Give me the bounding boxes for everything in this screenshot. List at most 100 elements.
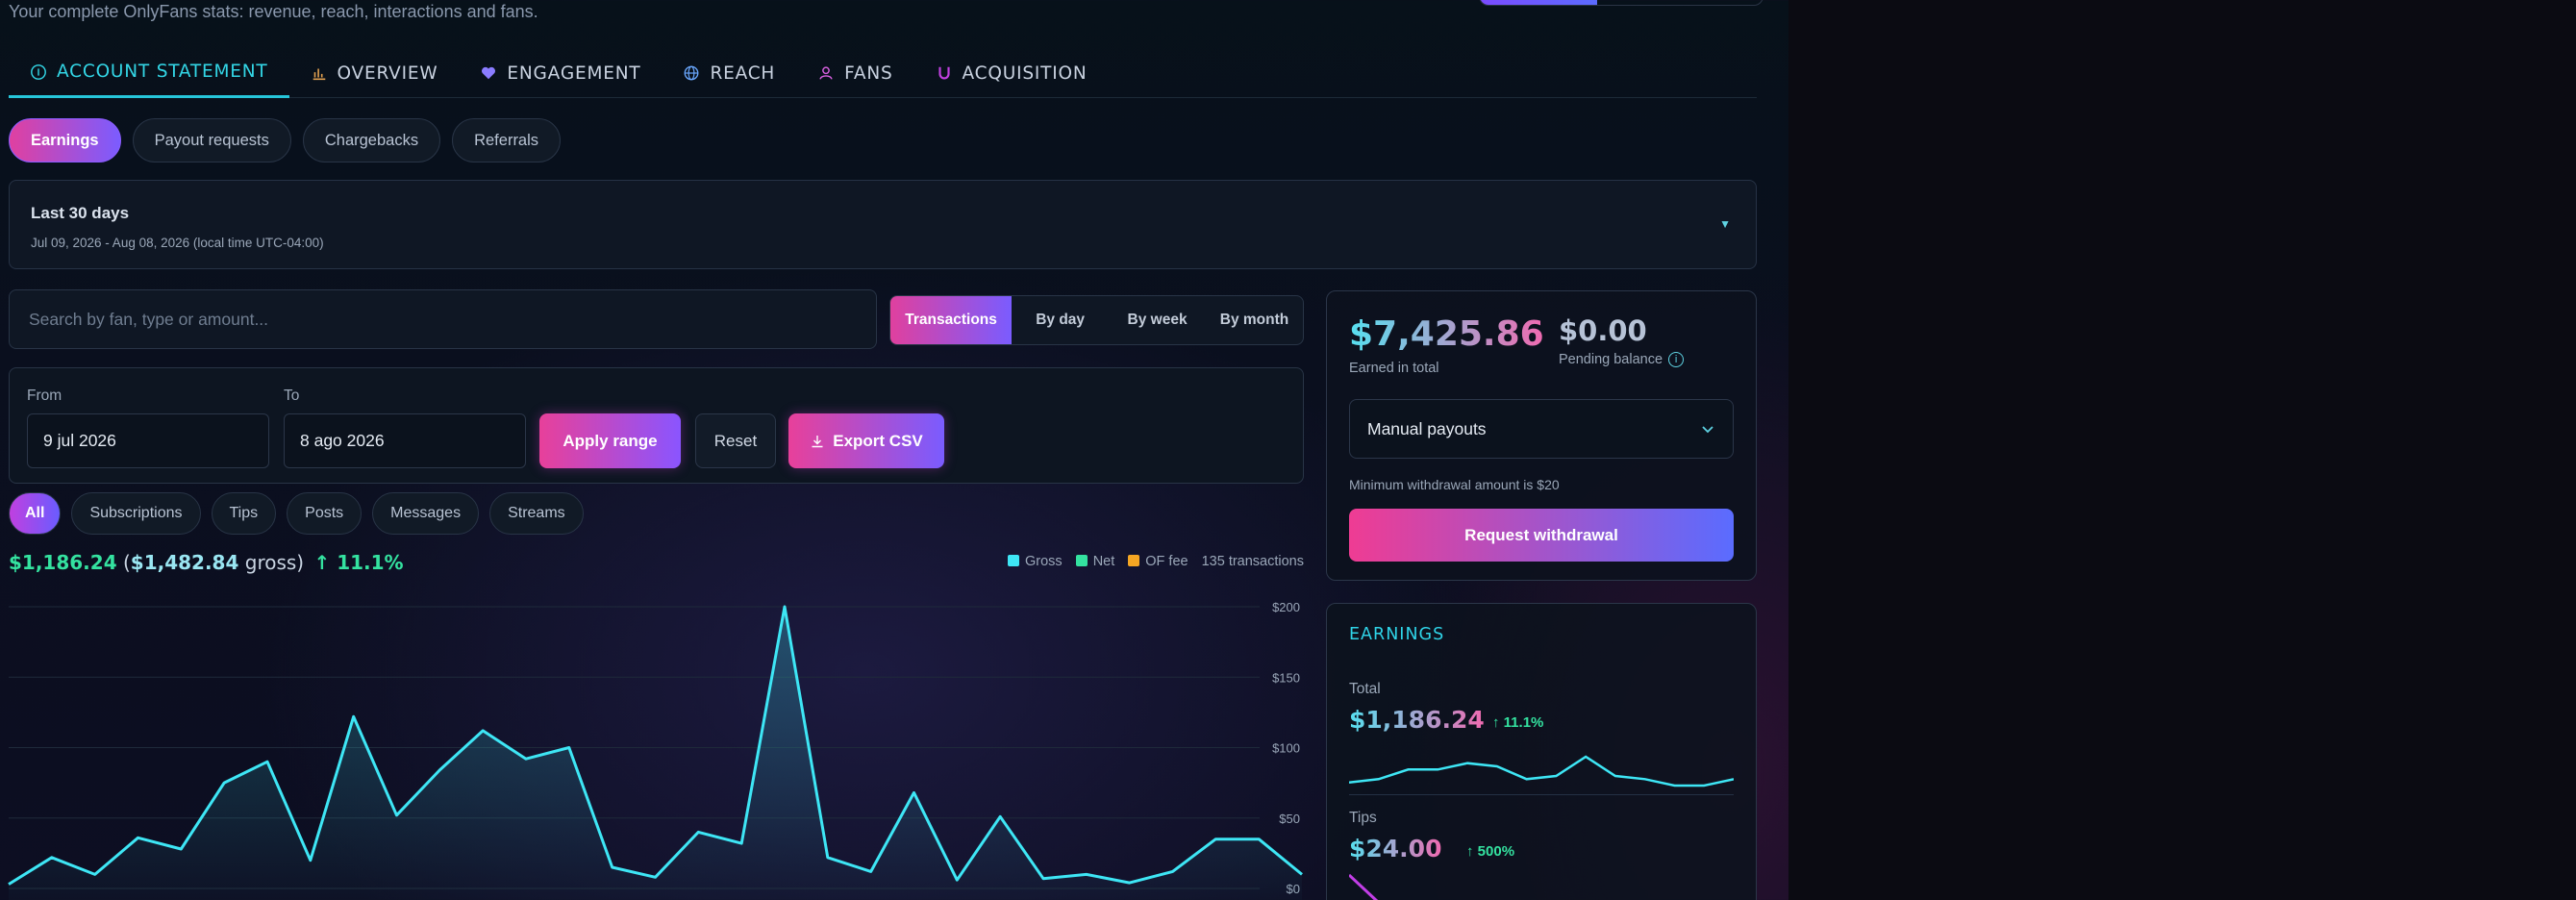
heart-icon <box>482 66 496 80</box>
view-by-day[interactable]: By day <box>1012 296 1109 344</box>
subtab-earnings[interactable]: Earnings <box>9 118 121 162</box>
data-point[interactable] <box>1211 835 1220 844</box>
reset-button[interactable]: Reset <box>695 413 776 468</box>
paren-open: ( <box>122 551 131 574</box>
data-point[interactable] <box>349 712 359 721</box>
data-point[interactable] <box>521 754 531 763</box>
chevron-down-icon <box>1702 426 1713 434</box>
balance-card: $7,425.86 $0.00 Earned in total Pending … <box>1326 290 1757 581</box>
data-point[interactable] <box>651 872 661 882</box>
export-csv-button[interactable]: Export CSV <box>788 413 944 468</box>
tab-acquisition[interactable]: ACQUISITION <box>914 48 1109 98</box>
data-point[interactable] <box>306 856 315 865</box>
from-date-input[interactable]: 9 jul 2026 <box>27 413 269 468</box>
pending-balance-label: Pending balance i <box>1559 352 1685 367</box>
y-tick-label: $200 <box>1272 600 1300 614</box>
data-point[interactable] <box>952 875 962 885</box>
search-input[interactable]: Search by fan, type or amount... <box>9 289 877 349</box>
data-point[interactable] <box>90 869 100 879</box>
tab-label: OVERVIEW <box>337 62 438 84</box>
tab-label: ACCOUNT STATEMENT <box>57 62 268 82</box>
info-circle-icon <box>31 63 46 80</box>
subtab-chargebacks[interactable]: Chargebacks <box>302 118 441 162</box>
view-by-week[interactable]: By week <box>1109 296 1206 344</box>
type-messages[interactable]: Messages <box>372 492 480 535</box>
data-point[interactable] <box>4 880 13 889</box>
page-subtitle: Your complete OnlyFans stats: revenue, r… <box>9 2 538 21</box>
view-transactions[interactable]: Transactions <box>890 296 1013 344</box>
data-point[interactable] <box>1082 869 1091 879</box>
top-segment-active[interactable] <box>1480 0 1597 5</box>
date-filter-panel: From 9 jul 2026 To 8 ago 2026 Apply rang… <box>9 367 1304 484</box>
type-subscriptions[interactable]: Subscriptions <box>71 492 201 535</box>
tab-label: ENGAGEMENT <box>507 62 641 84</box>
data-point[interactable] <box>995 812 1005 821</box>
to-date-input[interactable]: 8 ago 2026 <box>284 413 526 468</box>
data-point[interactable] <box>176 844 186 854</box>
earnings-breakdown-card: EARNINGS Total $1,186.24 ↑ 11.1% Tips $2… <box>1326 603 1757 900</box>
type-posts[interactable]: Posts <box>287 492 363 535</box>
pending-balance: $0.00 <box>1559 314 1647 347</box>
data-point[interactable] <box>608 862 617 872</box>
data-point[interactable] <box>1038 874 1048 884</box>
data-point[interactable] <box>263 757 272 766</box>
earned-total: $7,425.86 <box>1349 314 1544 354</box>
gross-total: ($1,482.84 gross) <box>123 551 304 574</box>
data-point[interactable] <box>392 811 402 820</box>
data-point[interactable] <box>219 778 229 788</box>
type-tips[interactable]: Tips <box>211 492 277 535</box>
divider <box>1349 794 1734 795</box>
info-icon[interactable]: i <box>1668 352 1685 367</box>
type-all[interactable]: All <box>9 492 62 535</box>
data-point[interactable] <box>1168 866 1178 876</box>
tab-overview[interactable]: OVERVIEW <box>289 48 460 98</box>
tab-label: ACQUISITION <box>962 62 1088 84</box>
type-streams[interactable]: Streams <box>489 492 584 535</box>
apply-range-button[interactable]: Apply range <box>539 413 681 468</box>
data-point[interactable] <box>737 838 746 848</box>
data-point[interactable] <box>1125 878 1135 888</box>
blank-region <box>1788 0 2576 900</box>
tips-label: Tips <box>1349 810 1377 826</box>
range-detail: Jul 09, 2026 - Aug 08, 2026 (local time … <box>31 236 324 250</box>
data-point[interactable] <box>134 833 143 842</box>
data-point[interactable] <box>780 602 789 612</box>
tab-reach[interactable]: REACH <box>662 48 796 98</box>
data-point[interactable] <box>435 765 444 775</box>
total-change: ↑ 11.1% <box>1492 714 1544 731</box>
subtab-referrals[interactable]: Referrals <box>452 118 562 162</box>
range-title: Last 30 days <box>31 204 130 222</box>
y-tick-label: $100 <box>1272 741 1300 756</box>
payout-method-select[interactable]: Manual payouts <box>1349 399 1734 459</box>
y-tick-label: $150 <box>1272 670 1300 685</box>
tab-label: FANS <box>844 62 893 84</box>
data-point[interactable] <box>693 827 703 837</box>
payout-method-value: Manual payouts <box>1367 418 1487 438</box>
data-point[interactable] <box>1254 835 1263 844</box>
gross-suffix: gross) <box>244 551 305 574</box>
tab-fans[interactable]: FANS <box>796 48 913 98</box>
legend-fee: OF fee <box>1128 554 1188 569</box>
bar-chart-icon <box>313 68 325 81</box>
legend-gross-label: Gross <box>1025 554 1063 569</box>
from-label: From <box>27 388 63 404</box>
legend-net-label: Net <box>1092 554 1115 569</box>
date-range-dropdown[interactable]: Last 30 days Jul 09, 2026 - Aug 08, 2026… <box>9 180 1757 269</box>
tab-engagement[interactable]: ENGAGEMENT <box>459 48 662 98</box>
data-point[interactable] <box>910 788 919 797</box>
data-point[interactable] <box>866 866 876 876</box>
request-withdrawal-button[interactable]: Request withdrawal <box>1349 509 1734 562</box>
subtab-payout-requests[interactable]: Payout requests <box>132 118 291 162</box>
top-segmented-control[interactable] <box>1479 0 1763 6</box>
view-by-month[interactable]: By month <box>1206 296 1303 344</box>
globe-icon <box>685 65 699 81</box>
tab-account-statement[interactable]: ACCOUNT STATEMENT <box>9 48 289 98</box>
gross-value: $1,482.84 <box>130 551 239 574</box>
data-point[interactable] <box>478 726 488 736</box>
earnings-summary: $1,186.24 ($1,482.84 gross) ↑ 11.1% <box>9 551 404 574</box>
data-point[interactable] <box>564 743 574 753</box>
data-point[interactable] <box>47 853 57 862</box>
data-point[interactable] <box>823 853 833 862</box>
transaction-count: 135 transactions <box>1201 554 1304 569</box>
data-point[interactable] <box>1297 869 1307 879</box>
